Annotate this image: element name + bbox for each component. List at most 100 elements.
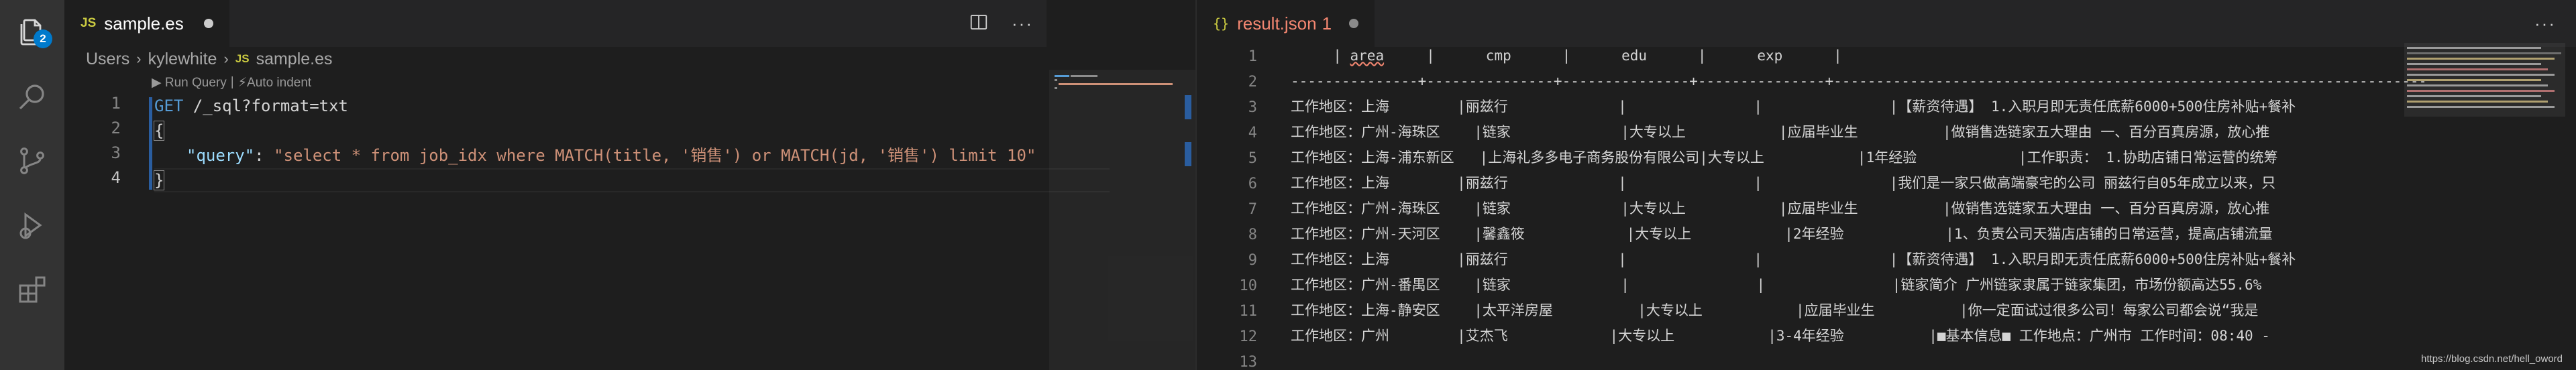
codelens-separator: | (230, 75, 234, 89)
json-key: "query" (186, 146, 255, 165)
more-actions-icon[interactable]: ··· (2534, 13, 2556, 34)
overview-ruler-mark (1185, 142, 1191, 166)
code-line: { (153, 119, 165, 143)
result-row: 工作地区：上海 |丽兹行 | | |我们是一家只做高端豪宅的公司 丽兹行自05年… (1291, 175, 2276, 191)
minimap-line (2407, 101, 2548, 103)
line-number: 2 (111, 119, 121, 137)
minimap-line (2407, 63, 2541, 65)
line-number: 11 (1239, 303, 1258, 320)
split-editor-icon[interactable] (969, 12, 989, 36)
run-debug-icon[interactable] (0, 193, 64, 257)
explorer-badge: 2 (34, 29, 52, 48)
tab-sample-es[interactable]: JS sample.es (64, 0, 229, 47)
result-row: 工作地区：广州-海珠区 |链家 |大专以上 |应届毕业生 |做销售选链家五大理由… (1291, 200, 2270, 217)
line-number: 5 (1248, 150, 1257, 167)
result-row: 工作地区：上海-静安区 |太平洋房屋 |大专以上 |应届毕业生 |你一定面试过很… (1291, 302, 2259, 318)
unsaved-dot-icon[interactable] (1349, 19, 1359, 28)
minimap-line (1071, 75, 1097, 77)
line-number: 12 (1239, 328, 1258, 345)
http-method: GET (154, 97, 184, 115)
line-number: 3 (111, 143, 121, 162)
left-minimap[interactable] (1049, 70, 1197, 370)
chevron-right-icon: › (136, 50, 142, 67)
minimap-line (2407, 84, 2548, 86)
minimap-line (2407, 58, 2555, 60)
unsaved-dot-icon[interactable] (203, 19, 213, 28)
json-file-icon: {} (1213, 15, 1230, 32)
close-brace: } (153, 170, 165, 190)
search-icon[interactable] (0, 64, 64, 129)
line-number: 8 (1248, 227, 1257, 243)
overview-ruler-mark (1185, 95, 1191, 119)
minimap-line (2407, 74, 2555, 76)
minimap-line (2407, 106, 2555, 108)
result-row: 工作地区：广州 |艾杰飞 |大专以上 |3-4年经验 |■基本信息■ 工作地点：… (1291, 328, 2270, 344)
result-row: 工作地区：广州-海珠区 |链家 |大专以上 |应届毕业生 |做销售选链家五大理由… (1291, 124, 2270, 140)
code-line: "query": "select * from job_idx where MA… (186, 143, 1036, 168)
more-actions-icon[interactable]: ··· (1012, 13, 1033, 34)
error-squiggle[interactable]: area (1350, 48, 1385, 64)
tab-result-json[interactable]: {} result.json 1 (1197, 0, 1375, 47)
result-row: 工作地区：广州-天河区 |馨鑫筱 |大专以上 |2年经验 |1、负责公司天猫店店… (1291, 226, 2273, 242)
code-line: GET /_sql?format=txt (154, 94, 348, 118)
codelens: ▶ Run Query | ⚡Auto indent (152, 75, 311, 90)
minimap-line (1055, 79, 1057, 81)
result-row: 工作地区：上海 |丽兹行 | | |【薪资待遇】 1.入职月即无责任底薪6000… (1291, 251, 2296, 267)
activity-bar: 2 (0, 0, 64, 370)
json-string-value: "select * from job_idx where MATCH(title… (274, 146, 1036, 165)
minimap-line (2407, 79, 2541, 81)
left-tab-bar: JS sample.es ··· (64, 0, 1046, 47)
request-path: /_sql?format=txt (183, 97, 348, 115)
problem-count: 1 (1322, 13, 1332, 34)
current-line-highlight (154, 168, 1110, 192)
right-minimap[interactable] (2404, 43, 2565, 117)
tab-label: sample.es (104, 13, 184, 34)
minimap-line (1055, 75, 1069, 77)
source-control-icon[interactable] (0, 129, 64, 193)
run-query-link[interactable]: ▶ Run Query (152, 75, 227, 90)
line-number: 9 (1248, 252, 1257, 269)
minimap-line (2407, 95, 2541, 97)
minimap-line (2407, 47, 2541, 49)
line-number: 4 (111, 168, 121, 187)
line-number: 1 (1248, 48, 1257, 65)
auto-indent-link[interactable]: ⚡Auto indent (238, 75, 311, 90)
minimap-line (2407, 68, 2548, 70)
result-row: 工作地区：广州-番禺区 |链家 | | |链家简介 广州链家隶属于链家集团，市场… (1291, 277, 2262, 293)
modified-lines-indicator (149, 97, 152, 190)
line-number: 1 (111, 94, 121, 113)
js-file-icon: JS (80, 16, 97, 30)
line-number: 4 (1248, 125, 1257, 141)
minimap-line (2407, 90, 2555, 92)
right-editor-group: {} result.json 1 ··· 1 2 3 4 5 6 7 8 9 10 11 12 13 |… (1197, 0, 2576, 370)
left-editor-group: JS sample.es ··· Users › kylewhite › JS … (64, 0, 1110, 370)
js-file-icon: JS (235, 52, 250, 65)
minimap-line (1059, 83, 1173, 85)
right-tab-bar: {} result.json 1 ··· (1197, 0, 2576, 47)
line-number: 10 (1239, 278, 1258, 294)
result-row: 工作地区：上海-浦东新区 |上海礼多多电子商务股份有限公司|大专以上 |1年经验… (1291, 149, 2278, 166)
line-number: 6 (1248, 176, 1257, 192)
tab-label: result.json (1237, 13, 1317, 34)
chevron-right-icon: › (223, 50, 229, 67)
explorer-icon[interactable]: 2 (0, 0, 64, 64)
breadcrumb-item-file[interactable]: sample.es (256, 50, 333, 69)
result-text[interactable]: | area | cmp | edu | exp | --------------… (1291, 43, 2424, 370)
minimap-line (2407, 52, 2561, 54)
code-line: } (153, 168, 165, 192)
line-number: 13 (1239, 354, 1258, 370)
breadcrumb-item-kylewhite[interactable]: kylewhite (148, 50, 217, 69)
code-editor[interactable]: GET /_sql?format=txt { "query": "select … (153, 94, 1036, 206)
result-header-row: | area | cmp | edu | exp | (1291, 48, 1842, 64)
result-separator-row: ---------------+---------------+--------… (1291, 73, 2424, 89)
open-brace: { (153, 121, 165, 141)
breadcrumb-item-users[interactable]: Users (86, 50, 129, 69)
json-colon: : (254, 146, 274, 165)
line-number: 3 (1248, 99, 1257, 116)
line-number: 2 (1248, 74, 1257, 90)
extensions-icon[interactable] (0, 257, 64, 322)
result-row: 工作地区：上海 |丽兹行 | | |【薪资待遇】 1.入职月即无责任底薪6000… (1291, 99, 2296, 115)
breadcrumb: Users › kylewhite › JS sample.es (86, 46, 333, 72)
line-number: 7 (1248, 201, 1257, 218)
watermark-text: https://blog.csdn.net/hell_oword (2421, 353, 2563, 365)
